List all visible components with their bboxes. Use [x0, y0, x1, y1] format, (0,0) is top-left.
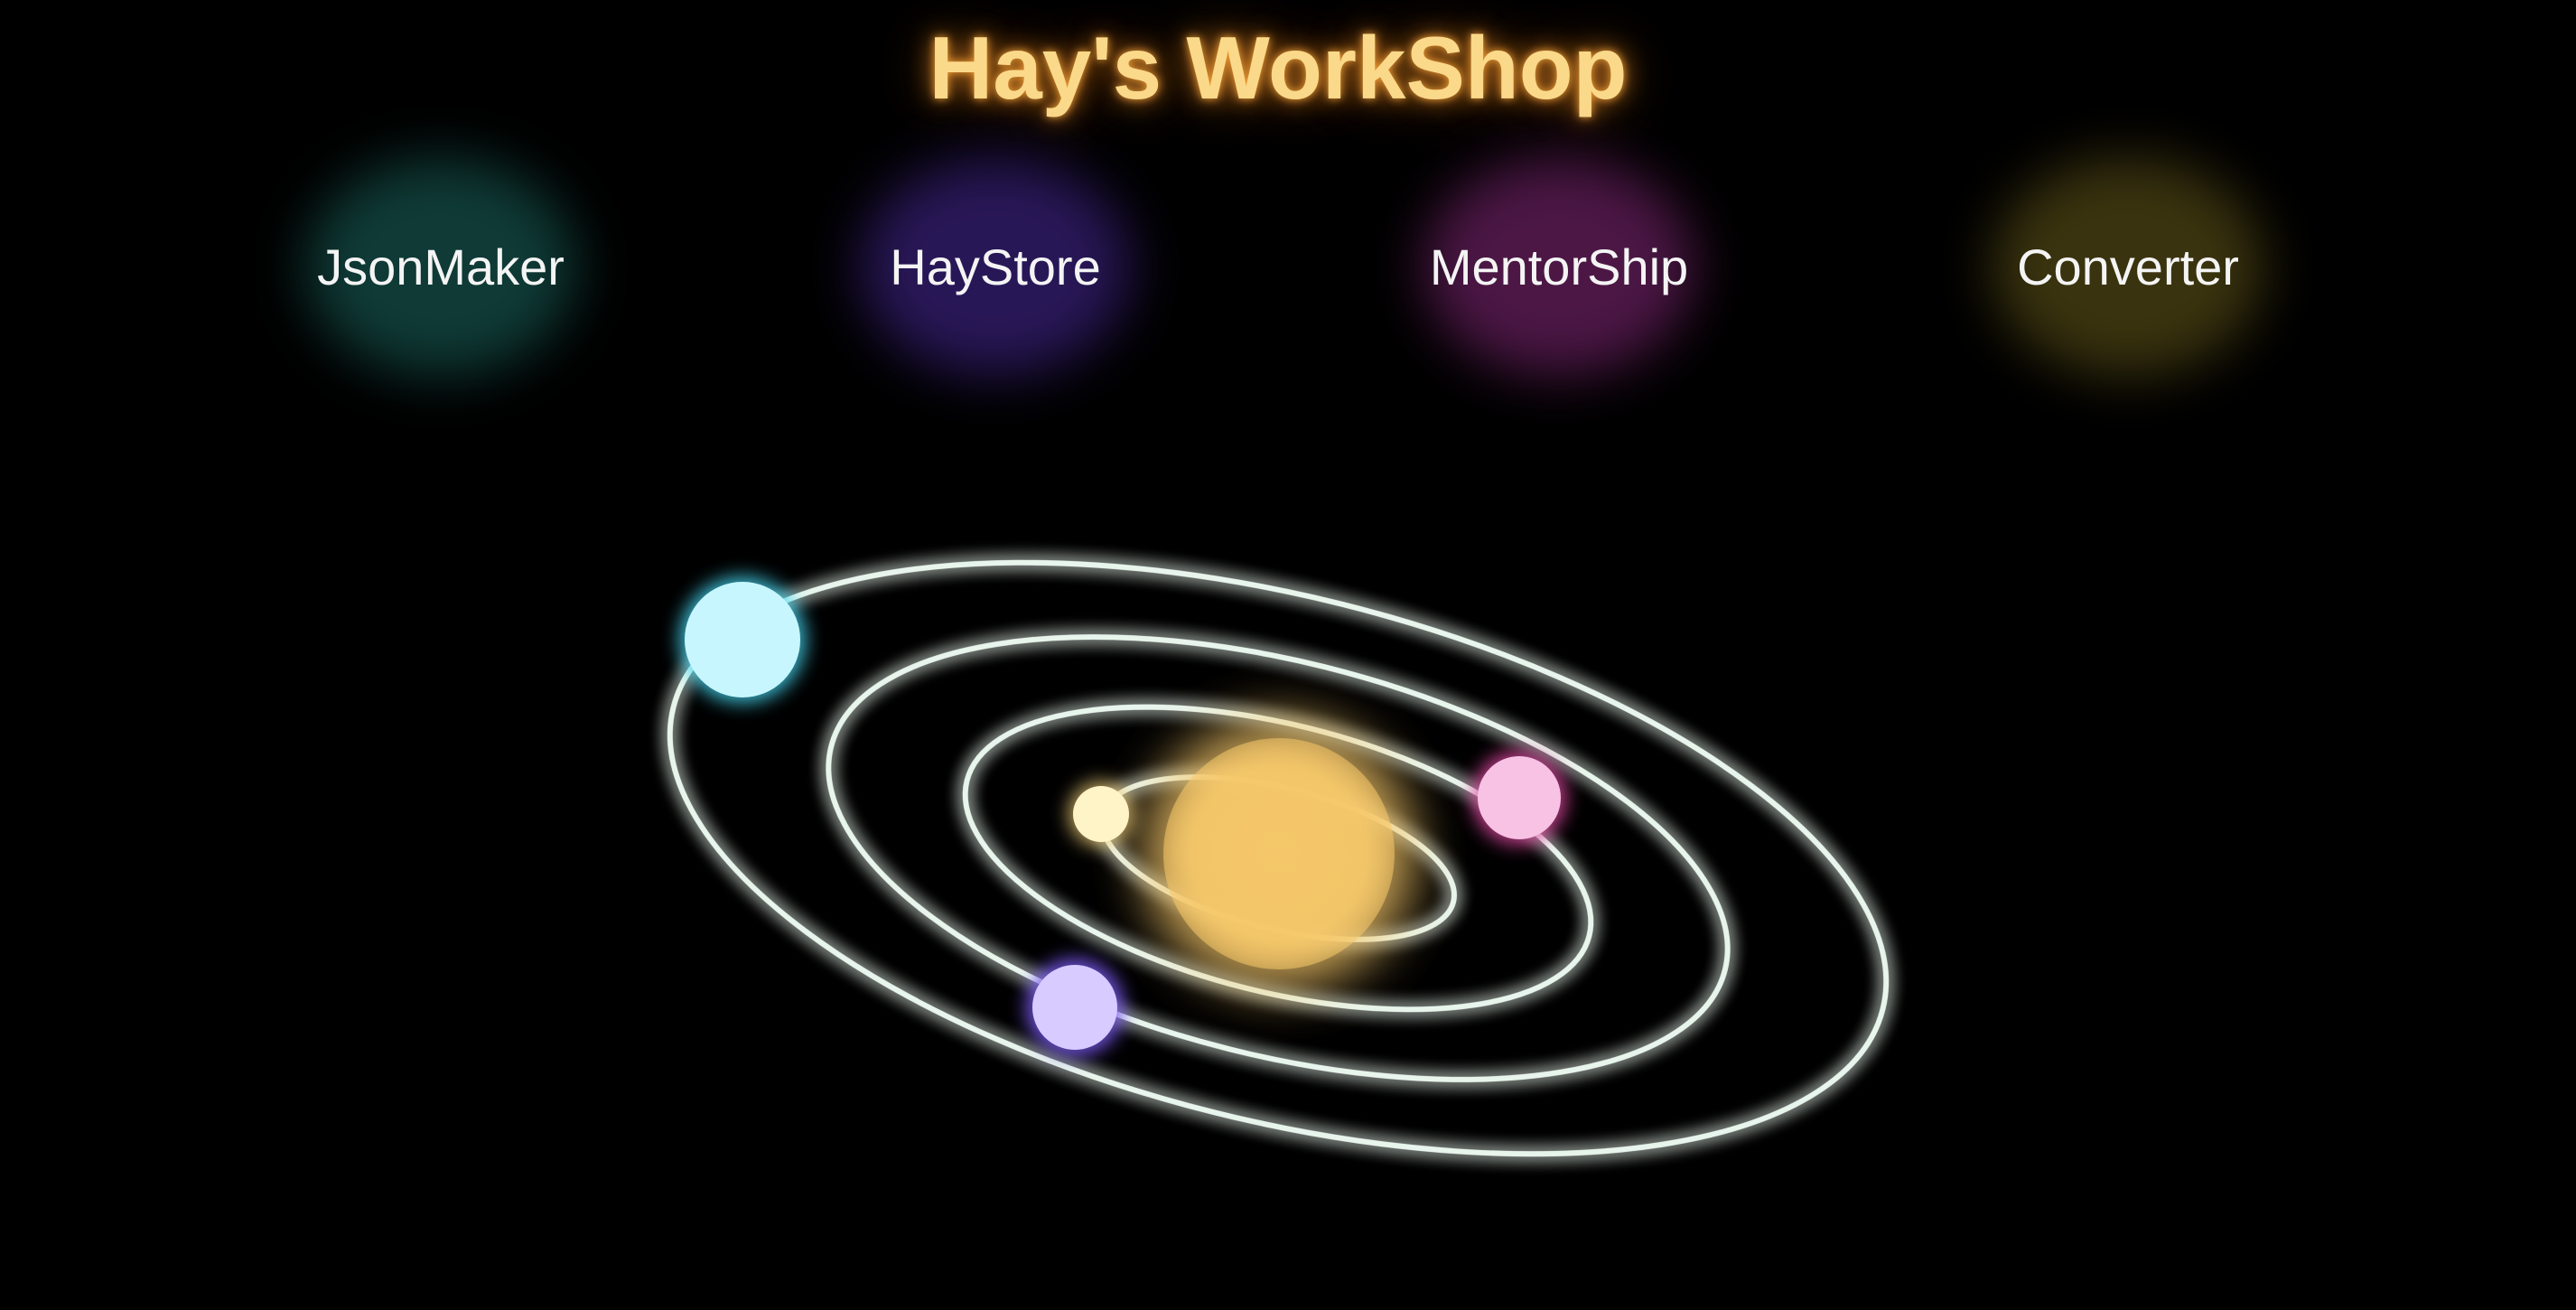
planet-pink [1472, 751, 1566, 845]
workshop-page: Hay's WorkShop JsonMaker HayStore Mentor… [0, 0, 2576, 1310]
sun [1163, 738, 1395, 969]
planet-cream [1069, 781, 1134, 847]
planet-violet [1026, 959, 1124, 1056]
planet-cyan [679, 576, 806, 703]
solar-system-illustration [667, 559, 1890, 1157]
